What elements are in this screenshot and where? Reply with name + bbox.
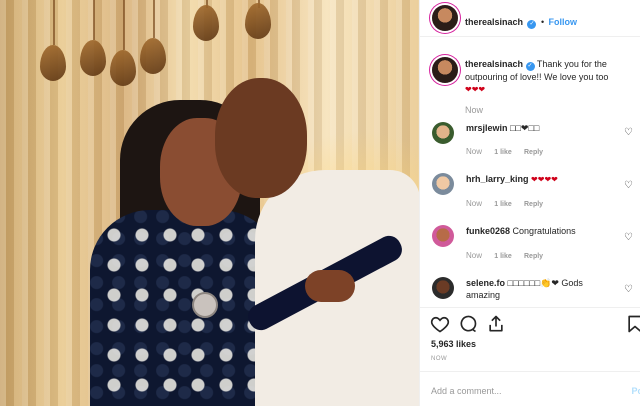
commenter-username[interactable]: mrsjlewin [466,123,508,133]
comment-heart-icon[interactable]: ♡ [624,285,633,295]
author-avatar[interactable] [432,5,458,31]
author-username[interactable]: therealsinach [465,17,523,27]
ornament-chain [53,0,55,45]
comment-likes[interactable]: 1 like [494,201,512,208]
ornament-drop [80,40,106,76]
post-timestamp: NOW [431,356,448,362]
comment-body: mrsjlewin □□❤□□ [466,122,616,134]
caption: therealsinach ✓ Thank you for the outpou… [465,58,635,96]
caption-time: Now [465,105,484,115]
comment-item: mrsjlewin □□❤□□ Now 1 like Reply ♡ [432,122,640,164]
comment-body: funke0268 Congratulations [466,225,616,237]
ornament-drop [40,45,66,81]
dress-flowers [100,220,260,400]
comment-meta: Now 1 like Reply [466,147,553,156]
commenter-username[interactable]: funke0268 [466,226,510,236]
comment-meta: Now 1 like Reply [466,199,553,208]
man-head [215,78,307,198]
follow-button[interactable]: Follow [549,17,578,27]
post-photo[interactable] [0,0,419,406]
caption-avatar[interactable] [432,57,458,83]
post-header: therealsinach ✓ • Follow [420,0,640,37]
comment-time: Now [466,199,483,208]
reply-button[interactable]: Reply [524,201,543,208]
reply-button[interactable]: Reply [524,149,543,156]
share-icon[interactable] [486,314,506,334]
ornament-chain [123,0,125,50]
wristwatch [192,292,218,318]
commenter-avatar[interactable] [432,122,454,144]
ornament-drop [110,50,136,86]
comment-text: □□❤□□ [510,123,540,133]
comment-icon[interactable] [458,314,478,334]
comment-likes[interactable]: 1 like [494,149,512,156]
caption-username[interactable]: therealsinach [465,59,523,69]
post-comment-button[interactable]: Post [631,386,640,396]
add-comment-bar: Add a comment... Post [420,371,640,407]
comment-time: Now [466,251,483,260]
header-row: therealsinach ✓ • Follow [465,12,577,30]
comment-input[interactable]: Add a comment... [431,386,502,396]
post-sidebar: therealsinach ✓ • Follow therealsinach ✓… [419,0,640,406]
comment-heart-icon[interactable]: ♡ [624,128,633,138]
commenter-username[interactable]: hrh_larry_king [466,174,529,184]
commenter-avatar[interactable] [432,225,454,247]
verified-badge-icon: ✓ [525,62,535,71]
comment-heart-icon[interactable]: ♡ [624,181,633,191]
comment-text: Congratulations [512,226,576,236]
heart-icon[interactable] [430,314,450,334]
separator-dot: • [540,17,545,27]
ornament-chain [153,0,155,38]
bookmark-icon[interactable] [625,314,640,334]
commenter-username[interactable]: selene.fo [466,278,505,288]
comment-likes[interactable]: 1 like [494,253,512,260]
commenter-avatar[interactable] [432,277,454,299]
ornament-drop [140,38,166,74]
comment-text: ❤❤❤❤ [531,175,558,184]
comment-heart-icon[interactable]: ♡ [624,233,633,243]
comment-meta: Now 1 like Reply [466,251,553,260]
like-count[interactable]: 5,963 likes [431,339,476,349]
comment-time: Now [466,147,483,156]
comment-body: hrh_larry_king ❤❤❤❤ [466,173,616,186]
verified-badge-icon: ✓ [527,20,537,29]
comment-item: funke0268 Congratulations Now 1 like Rep… [432,225,640,267]
comment-item: hrh_larry_king ❤❤❤❤ Now 1 like Reply ♡ [432,173,640,215]
ornament-drop [193,5,219,41]
comment-item: selene.fo □□□□□□👏❤ Gods amazing ♡ [432,277,640,305]
hand [305,270,355,302]
caption-hearts: ❤❤❤ [465,85,486,94]
ornament-chain [93,0,95,40]
commenter-avatar[interactable] [432,173,454,195]
comment-body: selene.fo □□□□□□👏❤ Gods amazing [466,277,616,301]
reply-button[interactable]: Reply [524,253,543,260]
ornament-drop [245,3,271,39]
